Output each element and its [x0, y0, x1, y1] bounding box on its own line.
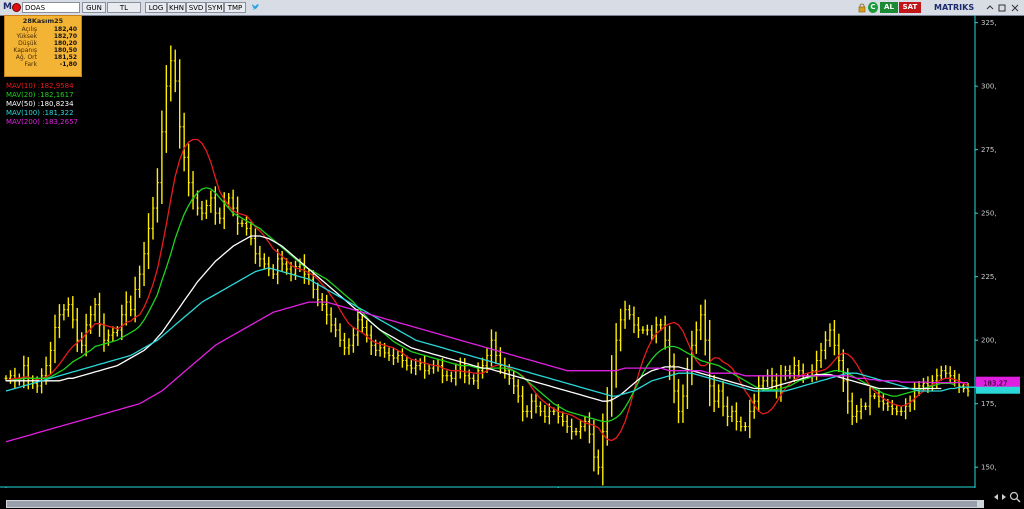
magnifier-icon[interactable]: [1009, 491, 1021, 503]
padlock-icon[interactable]: [857, 3, 867, 13]
window-controls[interactable]: [985, 3, 1021, 13]
record-icon: [12, 3, 21, 12]
svd-button[interactable]: SVD: [186, 2, 206, 13]
info-row-close: Kapanış 180,50: [13, 47, 77, 54]
app-logo: M: [3, 2, 12, 12]
y-tick-label: 250,: [981, 210, 997, 218]
legend-mav10: MAV(10) :182,9584: [6, 82, 74, 90]
y-tick-label: 225,: [981, 273, 997, 281]
y-tick-label: 175,: [981, 400, 997, 408]
horizontal-scrollbar[interactable]: [6, 500, 984, 508]
log-button[interactable]: LOG: [145, 2, 167, 13]
legend-mav20: MAV(20) :182,1617: [6, 91, 74, 99]
sell-button[interactable]: SAT: [899, 2, 921, 13]
ohlc-info-box: 28Kasım25 Açılış 182,40 Yüksek 182,70 Düşü…: [4, 15, 82, 77]
period-button[interactable]: GUN: [82, 2, 106, 13]
info-row-low: Düşük 180,20: [18, 40, 77, 47]
sym-button[interactable]: SYM: [206, 2, 224, 13]
y-tick-label: 275,: [981, 146, 997, 154]
info-row-change: Fark -1,80: [24, 61, 77, 68]
last-price-marker: [976, 386, 1020, 394]
legend-mav200: MAV(200) :183,2657: [6, 118, 78, 126]
price-chart[interactable]: 325,300,275,250,225,200,175,150,2425183,…: [0, 15, 1024, 488]
connection-button[interactable]: C: [868, 2, 878, 13]
y-tick-label: 300,: [981, 83, 997, 91]
legend-mav50: MAV(50) :180,8234: [6, 100, 74, 108]
price-label: 183,27: [983, 380, 1008, 388]
tmp-button[interactable]: TMP: [224, 2, 246, 13]
y-tick-label: 150,: [981, 464, 997, 472]
khn-button[interactable]: KHN: [167, 2, 186, 13]
info-date: 28Kasım25: [22, 17, 64, 25]
info-row-high: Yüksek 182,70: [16, 33, 77, 40]
symbol-input[interactable]: DOAS: [22, 2, 80, 13]
twitter-icon[interactable]: [251, 3, 261, 12]
y-tick-label: 200,: [981, 337, 997, 345]
matriks-brand: MATRIKS: [934, 3, 975, 12]
scrollbar-thumb[interactable]: [7, 501, 977, 507]
series-line-mav10: [5, 138, 969, 442]
legend-mav100: MAV(100) :181,322: [6, 109, 74, 117]
expand-icon[interactable]: [993, 491, 1007, 503]
info-row-open: Açılış 182,40: [21, 26, 77, 33]
y-tick-label: 325,: [981, 19, 997, 27]
info-row-wavg: Ağ. Ort 181,52: [15, 54, 77, 61]
toolbar: M DOAS GUN TL LOG KHN SVD SYM TMP C AL S…: [0, 0, 1024, 16]
currency-button[interactable]: TL: [107, 2, 141, 13]
buy-button[interactable]: AL: [880, 2, 898, 13]
